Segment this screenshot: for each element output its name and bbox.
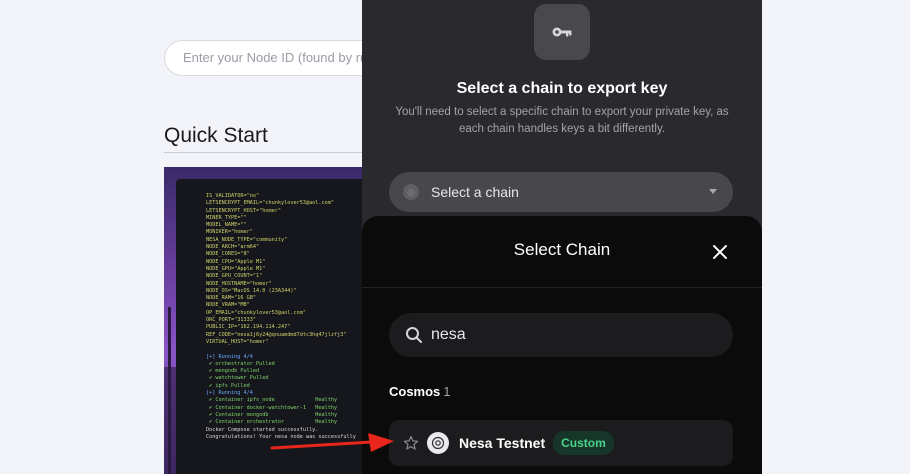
sheet-title: Select Chain bbox=[513, 240, 611, 259]
terminal-line: NODE_HOSTNAME="homer" bbox=[206, 280, 272, 287]
terminal-line: ✔ ipfs Pulled bbox=[206, 382, 250, 389]
terminal-line: IS_VALIDATOR="no" bbox=[206, 193, 260, 199]
terminal-line: PUBLIC_IP="162.194.114.247" bbox=[206, 324, 291, 331]
favorite-star-button[interactable] bbox=[403, 435, 419, 451]
terminal-line: ✔ Container mongodb Healthy bbox=[206, 411, 338, 418]
chain-select-dropdown[interactable]: ◎ Select a chain bbox=[389, 172, 733, 212]
category-count: 1 bbox=[443, 384, 451, 399]
terminal-line: NODE_VRAM="MB" bbox=[206, 302, 250, 309]
export-description: You'll need to select a specific chain t… bbox=[395, 106, 729, 135]
node-id-input[interactable]: Enter your Node ID (found by running bbox=[164, 40, 362, 76]
chevron-down-icon bbox=[709, 189, 717, 194]
terminal-line: NODE_CORES="8" bbox=[206, 251, 250, 258]
terminal-line: NODE_CPU="Apple M1" bbox=[206, 258, 266, 265]
category-name: Cosmos bbox=[389, 384, 441, 399]
terminal-line: NODE_RAM="16 GB" bbox=[206, 295, 256, 302]
star-icon bbox=[403, 435, 419, 450]
quick-start-divider bbox=[164, 152, 362, 153]
terminal-line: [+] Running 4/4 bbox=[206, 353, 253, 360]
terminal-line: LETSENCRYPT_HOST="homer" bbox=[206, 207, 281, 214]
terminal-line: MONIKER="homer" bbox=[206, 229, 253, 236]
custom-badge: Custom bbox=[553, 431, 614, 455]
chain-search-box[interactable] bbox=[389, 313, 733, 357]
red-arrow-annotation bbox=[270, 433, 394, 452]
terminal-line: REF_CODE="nesa1j6y24@qnuamdmd7dtc3hq47jl… bbox=[206, 331, 347, 338]
key-icon-tile bbox=[534, 4, 590, 60]
chain-select-label: Select a chain bbox=[431, 184, 519, 200]
close-icon bbox=[713, 245, 727, 259]
quick-start-title: Quick Start bbox=[164, 124, 268, 147]
search-icon bbox=[406, 327, 422, 343]
sheet-divider bbox=[362, 287, 762, 288]
select-chain-sheet: Select Chain Cosmos1 Nesa Testnet Custom bbox=[362, 216, 762, 474]
terminal-line: ✔ Container docker-watchtower-1 Healthy bbox=[206, 404, 338, 411]
background-page: Enter your Node ID (found by running Qui… bbox=[0, 0, 362, 474]
terminal-line: MINER_TYPE="" bbox=[206, 214, 247, 221]
terminal-line: ✔ watchtower Pulled bbox=[206, 375, 269, 382]
terminal-line: ORC_PORT="31333" bbox=[206, 317, 256, 324]
nesa-logo-icon bbox=[427, 432, 449, 454]
terminal-line: VIRTUAL_HOST="homer" bbox=[206, 338, 269, 345]
terminal-line: NODE_GPU_COUNT="1" bbox=[206, 273, 263, 280]
chain-search-input[interactable] bbox=[431, 326, 711, 344]
terminal-line: ✔ orchestrator Pulled bbox=[206, 360, 275, 367]
key-icon bbox=[552, 27, 572, 37]
chain-placeholder-icon: ◎ bbox=[403, 184, 419, 200]
terminal-line: LETSENCRYPT_EMAIL="chunkylover53@aol.com… bbox=[206, 200, 335, 207]
terminal-line: NODE_OS="MacOS 14.0 (23A344)" bbox=[206, 287, 297, 294]
close-button[interactable] bbox=[708, 240, 732, 264]
terminal-line: ✔ Container ipfs_node Healthy bbox=[206, 397, 338, 404]
terminal-line: ✔ Container orchestrator Healthy bbox=[206, 419, 338, 426]
terminal-line: NESA_NODE_TYPE="community" bbox=[206, 236, 288, 243]
terminal-line: OP_EMAIL="chunkylover53@aol.com" bbox=[206, 309, 306, 316]
category-header: Cosmos 1 bbox=[389, 384, 451, 399]
export-title: Select a chain to export key bbox=[456, 80, 668, 97]
chain-name: Nesa Testnet bbox=[459, 435, 546, 451]
terminal-line: MODEL_NAME="" bbox=[206, 222, 247, 229]
terminal-line: ✔ mongodb Pulled bbox=[206, 368, 260, 375]
terminal-line: NODE_ARCH="arm64" bbox=[206, 244, 260, 251]
background-right bbox=[762, 0, 910, 474]
chain-row-nesa-testnet[interactable]: Nesa Testnet Custom bbox=[389, 420, 733, 466]
terminal-line: NODE_GPU="Apple M1" bbox=[206, 265, 266, 272]
terminal-line: [+] Running 4/4 bbox=[206, 390, 253, 397]
